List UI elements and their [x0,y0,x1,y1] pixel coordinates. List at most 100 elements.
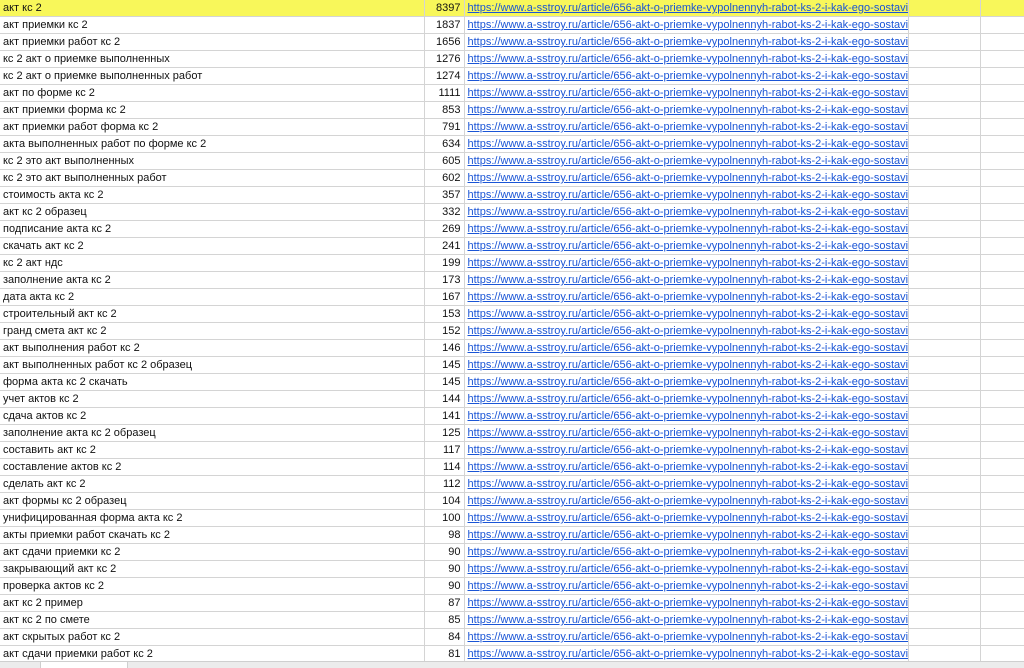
count-cell[interactable]: 114 [424,458,465,476]
url-cell[interactable]: https://www.a-sstroy.ru/article/656-akt-… [464,475,909,493]
url-cell[interactable]: https://www.a-sstroy.ru/article/656-akt-… [464,543,909,561]
keyword-cell[interactable]: акт приемки форма кс 2 [0,101,425,119]
empty-cell[interactable] [908,509,981,527]
empty-cell[interactable] [980,186,1024,204]
url-cell[interactable]: https://www.a-sstroy.ru/article/656-akt-… [464,356,909,374]
empty-cell[interactable] [908,152,981,170]
keyword-cell[interactable]: акт кс 2 пример [0,594,425,612]
url-cell[interactable]: https://www.a-sstroy.ru/article/656-akt-… [464,118,909,136]
count-cell[interactable]: 269 [424,220,465,238]
empty-cell[interactable] [908,492,981,510]
count-cell[interactable]: 144 [424,390,465,408]
count-cell[interactable]: 145 [424,373,465,391]
count-cell[interactable]: 8397 [424,0,465,17]
keyword-cell[interactable]: акт кс 2 образец [0,203,425,221]
empty-cell[interactable] [908,526,981,544]
empty-cell[interactable] [980,152,1024,170]
empty-cell[interactable] [980,271,1024,289]
empty-cell[interactable] [908,322,981,340]
url-cell[interactable]: https://www.a-sstroy.ru/article/656-akt-… [464,424,909,442]
keyword-cell[interactable]: акт формы кс 2 образец [0,492,425,510]
keyword-cell[interactable]: заполнение акта кс 2 образец [0,424,425,442]
count-cell[interactable]: 853 [424,101,465,119]
empty-cell[interactable] [908,645,981,663]
empty-cell[interactable] [908,84,981,102]
empty-cell[interactable] [908,101,981,119]
keyword-cell[interactable]: стоимость акта кс 2 [0,186,425,204]
url-cell[interactable]: https://www.a-sstroy.ru/article/656-akt-… [464,594,909,612]
empty-cell[interactable] [980,424,1024,442]
empty-cell[interactable] [908,33,981,51]
url-cell[interactable]: https://www.a-sstroy.ru/article/656-akt-… [464,577,909,595]
url-cell[interactable]: https://www.a-sstroy.ru/article/656-akt-… [464,526,909,544]
keyword-cell[interactable]: кс 2 это акт выполненных работ [0,169,425,187]
empty-cell[interactable] [980,288,1024,306]
keyword-cell[interactable]: составить акт кс 2 [0,441,425,459]
url-cell[interactable]: https://www.a-sstroy.ru/article/656-akt-… [464,135,909,153]
empty-cell[interactable] [980,441,1024,459]
empty-cell[interactable] [908,67,981,85]
empty-cell[interactable] [980,526,1024,544]
empty-cell[interactable] [908,186,981,204]
keyword-cell[interactable]: строительный акт кс 2 [0,305,425,323]
empty-cell[interactable] [908,203,981,221]
url-cell[interactable]: https://www.a-sstroy.ru/article/656-akt-… [464,101,909,119]
url-cell[interactable]: https://www.a-sstroy.ru/article/656-akt-… [464,492,909,510]
empty-cell[interactable] [908,458,981,476]
url-cell[interactable]: https://www.a-sstroy.ru/article/656-akt-… [464,407,909,425]
empty-cell[interactable] [980,492,1024,510]
count-cell[interactable]: 1276 [424,50,465,68]
sheet-tab[interactable] [40,662,128,668]
empty-cell[interactable] [908,560,981,578]
url-cell[interactable]: https://www.a-sstroy.ru/article/656-akt-… [464,322,909,340]
empty-cell[interactable] [908,288,981,306]
count-cell[interactable]: 199 [424,254,465,272]
keyword-cell[interactable]: акт выполнения работ кс 2 [0,339,425,357]
count-cell[interactable]: 125 [424,424,465,442]
count-cell[interactable]: 84 [424,628,465,646]
empty-cell[interactable] [908,135,981,153]
count-cell[interactable]: 332 [424,203,465,221]
url-cell[interactable]: https://www.a-sstroy.ru/article/656-akt-… [464,628,909,646]
empty-cell[interactable] [908,339,981,357]
empty-cell[interactable] [908,475,981,493]
keyword-cell[interactable]: подписание акта кс 2 [0,220,425,238]
url-cell[interactable]: https://www.a-sstroy.ru/article/656-akt-… [464,305,909,323]
empty-cell[interactable] [980,356,1024,374]
url-cell[interactable]: https://www.a-sstroy.ru/article/656-akt-… [464,288,909,306]
keyword-cell[interactable]: заполнение акта кс 2 [0,271,425,289]
url-cell[interactable]: https://www.a-sstroy.ru/article/656-akt-… [464,186,909,204]
count-cell[interactable]: 357 [424,186,465,204]
keyword-cell[interactable]: гранд смета акт кс 2 [0,322,425,340]
empty-cell[interactable] [980,339,1024,357]
keyword-cell[interactable]: акта выполненных работ по форме кс 2 [0,135,425,153]
url-cell[interactable]: https://www.a-sstroy.ru/article/656-akt-… [464,220,909,238]
empty-cell[interactable] [980,390,1024,408]
empty-cell[interactable] [980,203,1024,221]
keyword-cell[interactable]: скачать акт кс 2 [0,237,425,255]
empty-cell[interactable] [980,135,1024,153]
empty-cell[interactable] [980,220,1024,238]
count-cell[interactable]: 1656 [424,33,465,51]
empty-cell[interactable] [980,407,1024,425]
empty-cell[interactable] [980,577,1024,595]
count-cell[interactable]: 145 [424,356,465,374]
url-cell[interactable]: https://www.a-sstroy.ru/article/656-akt-… [464,271,909,289]
keyword-cell[interactable]: акт кс 2 [0,0,425,17]
url-cell[interactable]: https://www.a-sstroy.ru/article/656-akt-… [464,16,909,34]
url-cell[interactable]: https://www.a-sstroy.ru/article/656-akt-… [464,560,909,578]
keyword-cell[interactable]: кс 2 акт о приемке выполненных [0,50,425,68]
empty-cell[interactable] [980,305,1024,323]
empty-cell[interactable] [980,373,1024,391]
url-cell[interactable]: https://www.a-sstroy.ru/article/656-akt-… [464,84,909,102]
empty-cell[interactable] [980,543,1024,561]
keyword-cell[interactable]: форма акта кс 2 скачать [0,373,425,391]
empty-cell[interactable] [908,16,981,34]
count-cell[interactable]: 87 [424,594,465,612]
empty-cell[interactable] [980,0,1024,17]
empty-cell[interactable] [908,373,981,391]
empty-cell[interactable] [980,118,1024,136]
keyword-cell[interactable]: сделать акт кс 2 [0,475,425,493]
url-cell[interactable]: https://www.a-sstroy.ru/article/656-akt-… [464,152,909,170]
count-cell[interactable]: 90 [424,577,465,595]
